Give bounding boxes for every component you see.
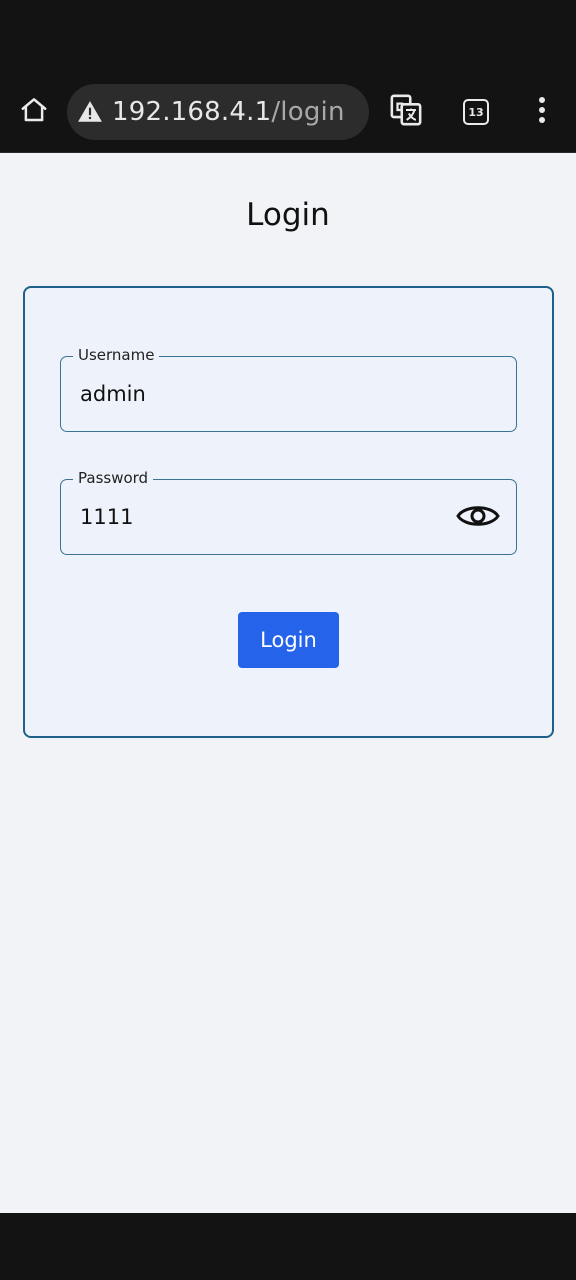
translate-icon [389,93,423,131]
url-host: 192.168.4.1 [112,97,272,127]
username-label: Username [73,345,160,365]
username-value[interactable]: admin [80,379,146,409]
eye-icon [456,501,500,535]
system-navigation-bar [0,1213,576,1280]
warning-icon[interactable] [76,98,104,126]
url-path: /login [271,97,345,127]
username-field[interactable]: Username admin [60,345,517,432]
translate-button[interactable] [386,92,426,132]
password-value[interactable]: 1111 [80,502,133,532]
overflow-menu-button[interactable] [522,92,562,132]
password-field[interactable]: Password 1111 [60,468,517,555]
address-bar[interactable]: 192.168.4.1/login [67,84,369,140]
login-card: Username admin Password 1111 Login [23,286,554,738]
more-vert-icon [537,96,547,128]
page-content: Login Username admin Password 1111 Login [0,153,576,1213]
page-title: Login [246,197,330,233]
tabs-icon: 13 [463,99,489,125]
toggle-password-visibility-button[interactable] [456,500,500,536]
tabs-button[interactable]: 13 [456,92,496,132]
browser-toolbar: 192.168.4.1/login 13 [0,72,576,153]
login-button[interactable]: Login [238,612,339,668]
tab-count: 13 [468,105,484,119]
url-text: 192.168.4.1/login [112,97,345,127]
status-bar [0,0,576,72]
home-button[interactable] [14,92,54,132]
password-label: Password [73,468,154,488]
home-icon [19,95,49,129]
